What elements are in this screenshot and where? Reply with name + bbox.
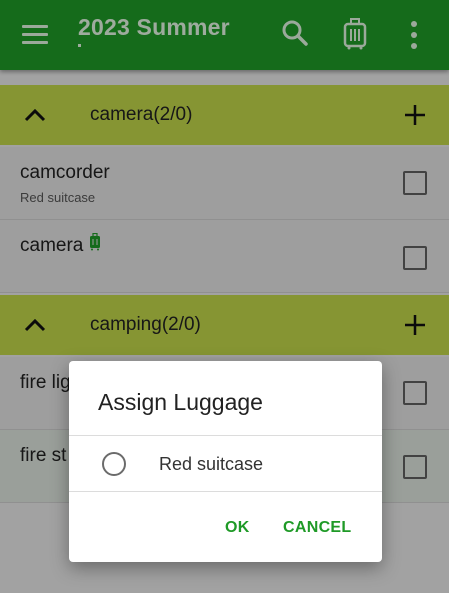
ok-button[interactable]: OK (225, 519, 250, 537)
dialog-title: Assign Luggage (98, 389, 263, 415)
assign-luggage-dialog: Assign Luggage Red suitcase OK CANCEL (69, 361, 382, 562)
cancel-button[interactable]: CANCEL (283, 519, 351, 537)
radio-button[interactable] (102, 452, 126, 476)
option-label: Red suitcase (159, 454, 264, 474)
divider (69, 491, 382, 492)
luggage-option[interactable]: Red suitcase (69, 436, 382, 491)
